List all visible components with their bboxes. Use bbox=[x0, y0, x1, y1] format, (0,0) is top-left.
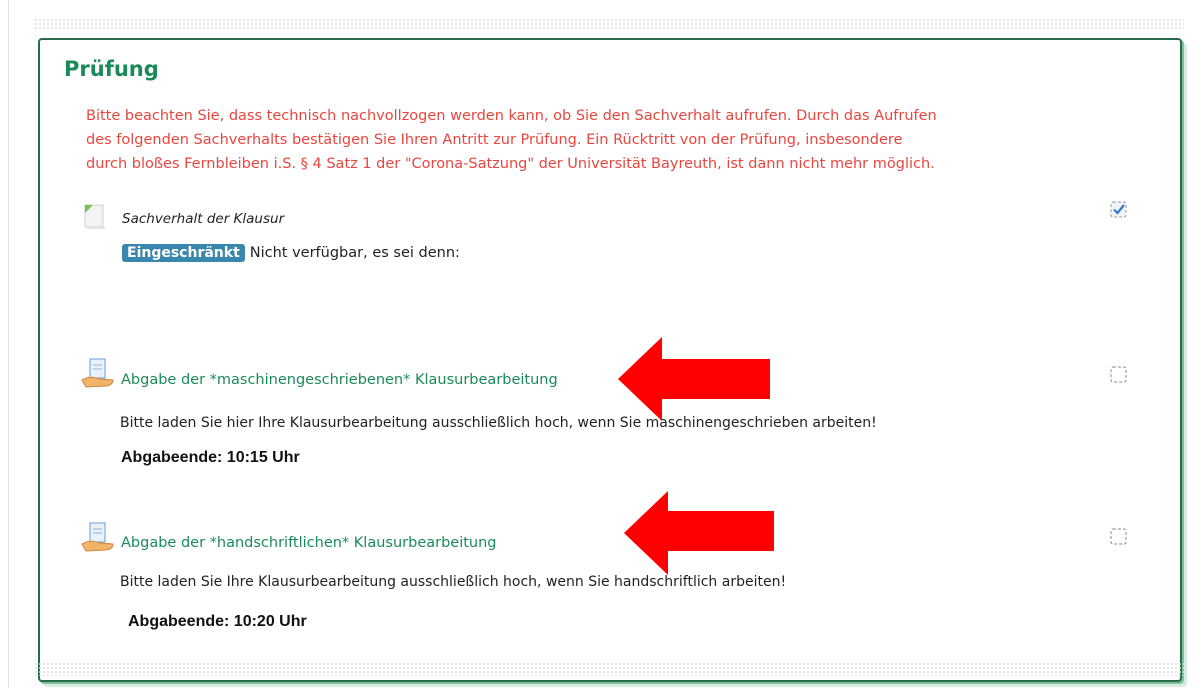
red-arrow-icon bbox=[618, 337, 770, 421]
restriction-text: Nicht verfügbar, es sei denn: bbox=[249, 245, 460, 261]
completion-checkbox-icon[interactable] bbox=[1110, 366, 1127, 383]
assignment-link-handschriftlich[interactable]: Abgabe der *handschriftlichen* Klausurbe… bbox=[121, 535, 497, 551]
red-arrow-icon bbox=[624, 491, 774, 575]
dotted-separator-bottom bbox=[34, 662, 1184, 676]
assignment-link-maschinengeschrieben[interactable]: Abgabe der *maschinengeschriebenen* Klau… bbox=[121, 372, 558, 388]
notice-line: Bitte beachten Sie, dass technisch nachv… bbox=[86, 108, 937, 124]
page-icon bbox=[84, 204, 105, 229]
activity-title-sachverhalt: Sachverhalt der Klausur bbox=[122, 211, 285, 227]
assignment-icon bbox=[81, 358, 114, 388]
section-title: Prüfung bbox=[64, 57, 159, 81]
page-left-rule bbox=[8, 0, 9, 688]
restriction-info: Eingeschränkt Nicht verfügbar, es sei de… bbox=[122, 244, 460, 262]
dotted-separator-top bbox=[34, 18, 1184, 30]
notice-line: durch bloßes Fernbleiben i.S. § 4 Satz 1… bbox=[86, 156, 935, 172]
section-notice: Bitte beachten Sie, dass technisch nachv… bbox=[86, 104, 1086, 176]
completion-checkbox-checked-icon[interactable] bbox=[1110, 201, 1127, 218]
notice-line: des folgenden Sachverhalts bestätigen Si… bbox=[86, 132, 903, 148]
assignment-description: Bitte laden Sie Ihre Klausurbearbeitung … bbox=[120, 574, 787, 590]
assignment-deadline: Abgabeende: 10:15 Uhr bbox=[121, 449, 300, 466]
assignment-deadline: Abgabeende: 10:20 Uhr bbox=[128, 613, 307, 630]
assignment-icon bbox=[81, 522, 114, 552]
restricted-badge: Eingeschränkt bbox=[122, 244, 245, 262]
completion-checkbox-icon[interactable] bbox=[1110, 528, 1127, 545]
